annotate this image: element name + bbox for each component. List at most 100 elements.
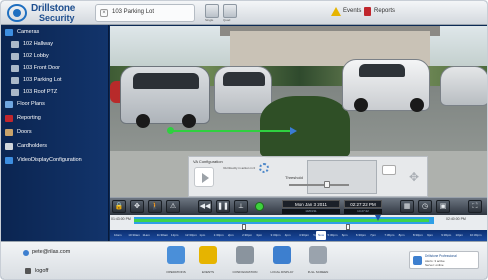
playback-controls-bar: 🔒 ✥ 🚶 ⚠ ◀◀ ❚❚ ⟂ Mon Jan 3 2011 02:27:22 … xyxy=(110,197,487,215)
fullscreen-icon: ⛶ xyxy=(472,203,478,210)
rewind-button[interactable]: ◀◀ xyxy=(198,200,212,213)
notification-title: Drillstone Professional xyxy=(425,254,457,258)
timeline-tick-label: 11am xyxy=(142,233,150,237)
sidebar-item-videodisplayconfiguration[interactable]: VideoDisplayConfiguration xyxy=(1,155,109,167)
sidebar-item-reporting[interactable]: Reporting xyxy=(1,113,109,125)
sidebar-item-102-hallway[interactable]: 102 Hallway xyxy=(1,39,109,51)
full-screen-button[interactable]: FULL SCREEN xyxy=(303,246,333,279)
va-toggle-button[interactable] xyxy=(382,165,396,175)
camera-tab-close-icon[interactable]: × xyxy=(100,9,108,17)
notification-icon xyxy=(413,256,422,265)
camera-tab[interactable]: × 103 Parking Lot xyxy=(95,4,195,22)
sidebar-item-label: Reporting xyxy=(17,115,41,121)
lock-button[interactable]: 🔒 xyxy=(112,200,126,213)
alert-button[interactable]: ⚠ xyxy=(166,200,180,213)
video-tire xyxy=(354,98,368,112)
sidebar-item-103-parking-lot[interactable]: 103 Parking Lot xyxy=(1,75,109,87)
sidebar-item-label: 102 Lobby xyxy=(23,53,49,59)
timeline-tick-label: 6pm xyxy=(341,233,348,237)
video-car-window xyxy=(223,72,265,86)
rewind-icon: ◀◀ xyxy=(199,203,211,210)
sidebar-item-102-lobby[interactable]: 102 Lobby xyxy=(1,51,109,63)
layout-quad-button[interactable] xyxy=(223,4,237,18)
configuration-icon xyxy=(236,246,254,264)
step-button[interactable]: ⟂ xyxy=(234,200,248,213)
timeline-start-time: 01:43:00 PM xyxy=(111,217,131,221)
clock-button[interactable]: ◷ xyxy=(418,200,432,213)
brand-mark-icon xyxy=(7,4,27,22)
sidebar-item-103-roof-ptz[interactable]: 103 Roof PTZ xyxy=(1,87,109,99)
sidebar-item-103-front-door[interactable]: 103 Front Door xyxy=(1,63,109,75)
timeline-position-marker[interactable] xyxy=(375,215,381,221)
timeline-end-time: 02:40:00 PM xyxy=(446,217,466,221)
motion-trip-line[interactable] xyxy=(170,130,290,132)
operations-button[interactable]: OPERATIONS xyxy=(161,246,191,279)
fullscreen-button[interactable]: ⛶ xyxy=(468,200,482,213)
video-car-window xyxy=(359,64,405,77)
timeline-tick-label: 11:30am xyxy=(156,233,169,237)
sidebar-item-cardholders[interactable]: Cardholders xyxy=(1,141,109,153)
floorplan-icon xyxy=(5,101,13,108)
va-configuration-panel: VA Configuration VA Directly in action i… xyxy=(188,156,428,197)
configuration-button[interactable]: CONFIGURATION xyxy=(230,246,260,279)
va-play-button[interactable] xyxy=(194,167,214,187)
layout-single-label: Single xyxy=(205,18,214,22)
top-bar: Drillstone Security × 103 Parking Lot Si… xyxy=(1,1,487,25)
sidebar-item-floor-plans[interactable]: Floor Plans xyxy=(1,99,109,111)
timeline[interactable]: 01:43:00 PM 02:40:00 PM 10:30pm 10pm 9:30p… xyxy=(110,215,487,241)
events-warning-icon xyxy=(331,7,341,16)
events-nav-label: EVENTS xyxy=(201,270,214,274)
video-far-car xyxy=(440,66,487,106)
motion-walk-button[interactable]: 🚶 xyxy=(148,200,162,213)
events-icon xyxy=(199,246,217,264)
playback-time[interactable]: 02:27:22 PM xyxy=(344,200,382,208)
timeline-tick-label: 2:30pm xyxy=(242,233,253,237)
va-move-icon[interactable]: ✥ xyxy=(409,170,419,184)
user-account[interactable]: pete@rilas.com xyxy=(23,246,83,262)
logoff-button[interactable]: logoff xyxy=(23,266,83,279)
timeline-tick-label: 3:30pm xyxy=(270,233,281,237)
motion-direction-arrow-icon[interactable] xyxy=(290,127,297,135)
user-label: pete@rilas.com xyxy=(32,249,71,255)
timeline-tick-label: 6:30pm xyxy=(355,233,366,237)
timeline-tick-label: 7pm xyxy=(370,233,376,237)
report-icon xyxy=(5,115,13,122)
door-icon xyxy=(5,129,13,136)
timeline-tick-label: 8:30pm xyxy=(412,233,423,237)
timeline-now-marker[interactable]: Now xyxy=(316,231,326,240)
video-silver-car xyxy=(214,66,272,114)
calendar-icon: ▦ xyxy=(403,203,411,210)
timeline-tick-label: 4pm xyxy=(284,233,291,237)
notification-panel[interactable]: Drillstone Professional Alerts: 3 active… xyxy=(409,251,479,269)
video-tire xyxy=(182,114,196,128)
save-clip-button[interactable]: ▣ xyxy=(436,200,450,213)
brand-logo: Drillstone Security xyxy=(7,3,103,23)
video-suv-window xyxy=(133,73,199,89)
clock-icon: ◷ xyxy=(421,203,429,210)
camera-icon xyxy=(5,29,13,36)
sidebar-item-cameras[interactable]: Cameras xyxy=(1,27,109,39)
va-threshold-slider-knob[interactable] xyxy=(324,181,330,188)
pan-button[interactable]: ✥ xyxy=(130,200,144,213)
local-display-button[interactable]: LOCAL DISPLAY xyxy=(267,246,297,279)
timeline-scale[interactable]: 10:30pm 10pm 9:30pm 9pm 8:30pm 8pm 7:30pm 7pm 6:… xyxy=(110,230,487,241)
motion-line-start-handle[interactable] xyxy=(167,127,174,134)
va-threshold-slider[interactable] xyxy=(289,184,349,186)
layout-single-button[interactable] xyxy=(205,4,219,18)
live-status-indicator[interactable] xyxy=(255,202,264,211)
playback-sub-time: 14:27:22 xyxy=(344,209,382,214)
reports-icon xyxy=(364,7,371,16)
camera-video-view[interactable]: VA Configuration VA Directly in action i… xyxy=(110,26,487,197)
calendar-button[interactable]: ▦ xyxy=(400,200,414,213)
va-title: VA Configuration xyxy=(193,159,223,164)
events-nav-button[interactable]: EVENTS xyxy=(193,246,223,279)
sidebar-item-doors[interactable]: Doors xyxy=(1,127,109,139)
va-preview-panel xyxy=(307,160,377,194)
timeline-tick-label: 10:30am xyxy=(128,233,140,237)
timeline-tick-label: 7:30pm xyxy=(384,233,395,237)
logoff-label: logoff xyxy=(35,268,49,274)
playback-date[interactable]: Mon Jan 3 2011 xyxy=(282,200,340,208)
pause-button[interactable]: ❚❚ xyxy=(216,200,230,213)
full-screen-label: FULL SCREEN xyxy=(307,270,329,274)
step-icon: ⟂ xyxy=(238,203,244,210)
